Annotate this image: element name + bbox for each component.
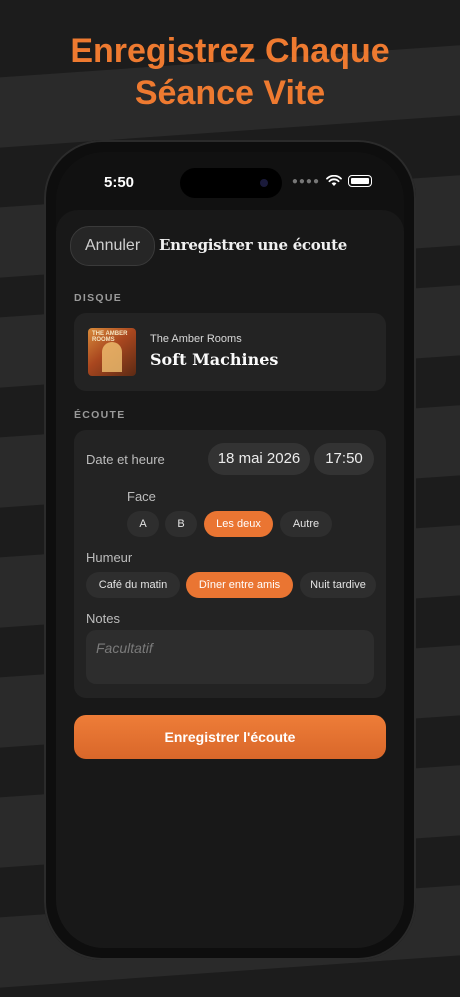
mood-chip-nuit-tardive[interactable]: Nuit tardive (300, 572, 376, 598)
battery-icon (348, 175, 372, 187)
listen-details-card: Date et heure 18 mai 2026 17:50 Face A B… (74, 430, 386, 698)
date-time-label: Date et heure (86, 452, 165, 467)
notes-label: Notes (86, 611, 120, 626)
face-chip-autre[interactable]: Autre (280, 511, 332, 537)
record-card[interactable]: THE AMBER ROOMS The Amber Rooms Soft Mac… (74, 313, 386, 391)
album-artist: The Amber Rooms (150, 333, 242, 345)
section-label-ecoute: ÉCOUTE (74, 409, 126, 421)
save-listen-button[interactable]: Enregistrer l'écoute (74, 715, 386, 759)
cancel-button[interactable]: Annuler (70, 226, 156, 266)
status-icons: ●●●● (292, 175, 372, 187)
phone-screen: 5:50 ●●●● Annuler Enregistrer une écoute… (56, 152, 404, 948)
album-cover: THE AMBER ROOMS (88, 328, 136, 376)
time-picker[interactable]: 17:50 (314, 443, 374, 475)
headline-line-2: Séance Vite (134, 74, 326, 112)
mood-chip-diner-entre-amis[interactable]: Dîner entre amis (186, 572, 293, 598)
sheet-title: Enregistrer une écoute (159, 236, 347, 254)
face-label: Face (127, 489, 156, 504)
phone-frame: 5:50 ●●●● Annuler Enregistrer une écoute… (44, 140, 416, 960)
album-cover-arch (102, 342, 122, 372)
headline-line-1: Enregistrez Chaque (70, 32, 390, 70)
camera-icon (260, 179, 268, 187)
mood-label: Humeur (86, 550, 133, 565)
face-chip-b[interactable]: B (165, 511, 197, 537)
status-time: 5:50 (104, 174, 135, 191)
wifi-icon (326, 175, 342, 186)
log-listen-sheet: Annuler Enregistrer une écoute DISQUE TH… (56, 210, 404, 948)
album-title: Soft Machines (150, 350, 279, 369)
signal-icon: ●●●● (291, 175, 320, 187)
mood-chip-cafe-du-matin[interactable]: Café du matin (86, 572, 180, 598)
notes-placeholder: Facultatif (96, 640, 153, 656)
section-label-disque: DISQUE (74, 292, 123, 304)
dynamic-island (180, 168, 282, 198)
date-picker[interactable]: 18 mai 2026 (208, 443, 310, 475)
face-chip-a[interactable]: A (127, 511, 159, 537)
album-cover-text: THE AMBER ROOMS (92, 331, 128, 343)
status-bar: 5:50 ●●●● (56, 152, 404, 212)
notes-input[interactable]: Facultatif (86, 630, 374, 684)
face-chip-les-deux[interactable]: Les deux (204, 511, 273, 537)
marketing-headline: Enregistrez Chaque Séance Vite (0, 30, 460, 114)
